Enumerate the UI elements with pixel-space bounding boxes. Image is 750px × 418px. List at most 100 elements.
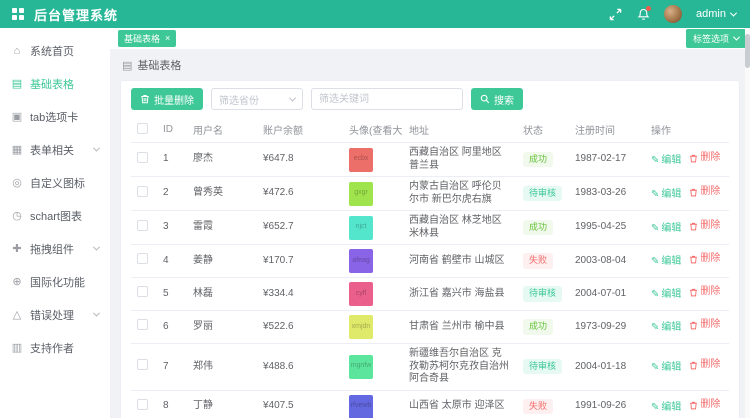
batch-delete-label: 批量删除 — [154, 92, 194, 107]
avatar-thumbnail[interactable]: njct — [349, 216, 373, 240]
cell-balance: ¥334.4 — [257, 278, 343, 311]
batch-delete-button[interactable]: 批量删除 — [131, 88, 203, 110]
fullscreen-icon[interactable] — [608, 7, 622, 21]
delete-button[interactable]: 删除 — [689, 220, 720, 233]
search-button[interactable]: 搜索 — [471, 88, 523, 110]
sidebar-item-4[interactable]: ◎自定义图标 — [0, 166, 110, 199]
custom-icon: ◎ — [11, 176, 23, 189]
sidebar-item-1[interactable]: ▤基础表格 — [0, 67, 110, 100]
trash-icon — [689, 255, 698, 264]
table-row: 4姜静¥170.7afeag河南省 鹤壁市 山城区失败2003-08-04✎ 编… — [131, 245, 729, 278]
delete-button[interactable]: 删除 — [689, 359, 720, 372]
app-title: 后台管理系统 — [34, 5, 118, 24]
row-checkbox[interactable] — [137, 220, 148, 231]
sidebar-item-7[interactable]: ⊕国际化功能 — [0, 265, 110, 298]
sidebar-item-label: 基础表格 — [30, 76, 74, 92]
table-row: 1廖杰¥647.8ecbx西藏自治区 阿里地区 普兰县成功1987-02-17✎… — [131, 143, 729, 177]
chevron-down-icon — [730, 9, 737, 16]
row-checkbox[interactable] — [137, 186, 148, 197]
table-row: 7郑伟¥488.6mgnfw新疆维吾尔自治区 克孜勒苏柯尔克孜自治州 阿合奇县待… — [131, 344, 729, 391]
form-icon: ▦ — [11, 143, 23, 156]
tag-options-button[interactable]: 标签选项 — [686, 29, 746, 48]
column-header: 操作 — [645, 117, 729, 143]
scrollbar-thumb[interactable] — [745, 34, 750, 68]
table-row: 8丁静¥407.5rfvewb山西省 太原市 迎泽区失败1991-09-26✎ … — [131, 390, 729, 418]
table-card: 批量删除 筛选省份 搜索 — [120, 80, 740, 418]
user-avatar[interactable] — [664, 5, 682, 23]
edit-label: 编辑 — [661, 189, 681, 202]
column-header: 头像(查看大图) — [343, 117, 403, 143]
trash-icon — [689, 222, 698, 231]
chart-icon: ◷ — [11, 209, 23, 222]
tab-basic-table[interactable]: 基础表格 × — [118, 30, 176, 47]
cell-balance: ¥647.8 — [257, 143, 343, 177]
breadcrumb-label: 基础表格 — [137, 57, 181, 73]
status-badge: 成功 — [523, 319, 553, 334]
tab-label: 基础表格 — [124, 32, 160, 45]
edit-label: 编辑 — [661, 223, 681, 236]
delete-button[interactable]: 删除 — [689, 253, 720, 266]
avatar-thumbnail[interactable]: mgnfw — [349, 355, 373, 379]
sidebar-item-0[interactable]: ⌂系统首页 — [0, 34, 110, 67]
notification-badge — [646, 6, 651, 11]
delete-label: 删除 — [700, 186, 720, 199]
edit-button[interactable]: ✎ 编辑 — [651, 402, 681, 415]
scrollbar[interactable] — [745, 28, 750, 418]
row-checkbox[interactable] — [137, 286, 148, 297]
cell-username: 雷霞 — [187, 211, 257, 245]
author-icon: ▥ — [11, 341, 23, 354]
edit-button[interactable]: ✎ 编辑 — [651, 256, 681, 269]
delete-button[interactable]: 删除 — [689, 152, 720, 165]
avatar-thumbnail[interactable]: cyfl — [349, 282, 373, 306]
edit-button[interactable]: ✎ 编辑 — [651, 223, 681, 236]
edit-button[interactable]: ✎ 编辑 — [651, 189, 681, 202]
chevron-down-icon — [733, 34, 740, 41]
table-body: 1廖杰¥647.8ecbx西藏自治区 阿里地区 普兰县成功1987-02-17✎… — [131, 143, 729, 418]
edit-button[interactable]: ✎ 编辑 — [651, 289, 681, 302]
column-header: 注册时间 — [569, 117, 645, 143]
avatar-thumbnail[interactable]: xmjdn — [349, 315, 373, 339]
table-row: 2曾秀英¥472.6gxgr内蒙古自治区 呼伦贝尔市 新巴尔虎右旗待审核1983… — [131, 177, 729, 211]
edit-button[interactable]: ✎ 编辑 — [651, 155, 681, 168]
row-checkbox[interactable] — [137, 359, 148, 370]
sidebar-item-label: 系统首页 — [30, 43, 74, 59]
delete-button[interactable]: 删除 — [689, 399, 720, 412]
delete-button[interactable]: 删除 — [689, 286, 720, 299]
close-icon[interactable]: × — [165, 34, 170, 43]
avatar-thumbnail[interactable]: afeag — [349, 249, 373, 273]
sidebar-item-6[interactable]: ✚拖拽组件 — [0, 232, 110, 265]
row-checkbox[interactable] — [137, 399, 148, 410]
trash-icon — [689, 361, 698, 370]
row-checkbox[interactable] — [137, 253, 148, 264]
province-filter-select[interactable]: 筛选省份 — [211, 88, 303, 110]
sidebar-item-9[interactable]: ▥支持作者 — [0, 331, 110, 364]
cell-id: 4 — [157, 245, 187, 278]
edit-button[interactable]: ✎ 编辑 — [651, 322, 681, 335]
row-checkbox[interactable] — [137, 319, 148, 330]
sidebar-item-label: schart图表 — [30, 208, 82, 224]
avatar-thumbnail[interactable]: ecbx — [349, 148, 373, 172]
select-all-checkbox[interactable] — [137, 123, 148, 134]
avatar-thumbnail[interactable]: rfvewb — [349, 395, 373, 418]
cell-address: 西藏自治区 阿里地区 普兰县 — [403, 143, 517, 177]
status-badge: 待审核 — [523, 359, 562, 374]
sidebar-item-5[interactable]: ◷ schart图表 — [0, 199, 110, 232]
cell-username: 丁静 — [187, 390, 257, 418]
delete-button[interactable]: 删除 — [689, 319, 720, 332]
row-checkbox[interactable] — [137, 152, 148, 163]
edit-label: 编辑 — [661, 155, 681, 168]
sidebar-item-2[interactable]: ▣tab选项卡 — [0, 100, 110, 133]
notification-bell-icon[interactable] — [636, 7, 650, 21]
delete-button[interactable]: 删除 — [689, 186, 720, 199]
sidebar-item-3[interactable]: ▦表单相关 — [0, 133, 110, 166]
delete-label: 删除 — [700, 399, 720, 412]
table-icon: ▤ — [122, 59, 132, 72]
sidebar-item-8[interactable]: △错误处理 — [0, 298, 110, 331]
user-menu[interactable]: admin — [696, 8, 736, 20]
edit-button[interactable]: ✎ 编辑 — [651, 362, 681, 375]
avatar-thumbnail[interactable]: gxgr — [349, 182, 373, 206]
cell-date: 1983-03-26 — [569, 177, 645, 211]
cell-date: 1987-02-17 — [569, 143, 645, 177]
keyword-filter-input[interactable] — [311, 88, 463, 110]
sidebar-item-label: 拖拽组件 — [30, 241, 74, 257]
